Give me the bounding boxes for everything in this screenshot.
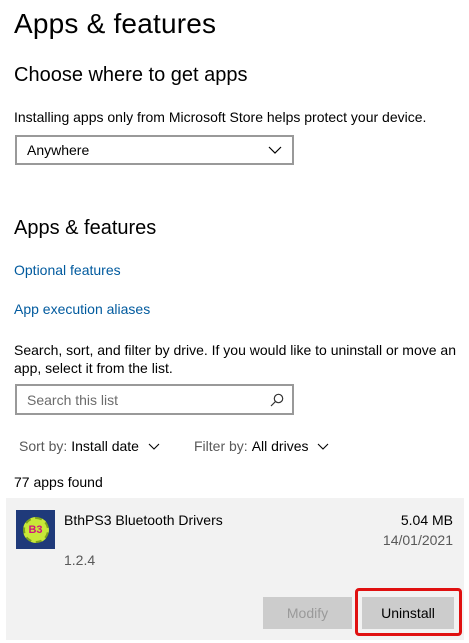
app-size: 5.04 MB	[400, 512, 453, 528]
choose-apps-description: Installing apps only from Microsoft Stor…	[14, 109, 427, 125]
sort-dropdown[interactable]: Sort by: Install date	[19, 438, 160, 454]
page-title: Apps & features	[14, 8, 217, 39]
filter-label: Filter by:	[194, 438, 248, 454]
chevron-down-icon	[268, 146, 282, 154]
app-icon-badge: B3	[22, 516, 49, 543]
apps-features-heading: Apps & features	[14, 217, 157, 239]
uninstall-button[interactable]: Uninstall	[362, 597, 454, 629]
choose-apps-heading: Choose where to get apps	[14, 64, 248, 86]
settings-page: Apps & features Choose where to get apps…	[0, 0, 469, 643]
chevron-down-icon	[318, 443, 329, 450]
sort-label: Sort by:	[19, 438, 68, 454]
app-source-dropdown[interactable]: Anywhere	[15, 135, 294, 165]
search-icon	[270, 393, 284, 406]
search-input[interactable]	[27, 391, 257, 408]
optional-features-link[interactable]: Optional features	[14, 262, 121, 278]
search-box[interactable]	[15, 384, 294, 415]
apps-count: 77 apps found	[14, 474, 103, 490]
app-icon: B3	[16, 510, 55, 549]
sort-value: Install date	[71, 438, 139, 454]
filter-dropdown[interactable]: Filter by: All drives	[194, 438, 329, 454]
app-version: 1.2.4	[64, 552, 96, 568]
app-install-date: 14/01/2021	[382, 532, 453, 548]
search-instructions: Search, sort, and filter by drive. If yo…	[14, 342, 456, 376]
app-name: BthPS3 Bluetooth Drivers	[64, 512, 223, 528]
filter-value: All drives	[251, 438, 309, 454]
modify-button: Modify	[263, 597, 352, 629]
chevron-down-icon	[148, 443, 160, 450]
app-execution-aliases-link[interactable]: App execution aliases	[14, 301, 150, 317]
app-source-dropdown-value: Anywhere	[27, 142, 90, 158]
